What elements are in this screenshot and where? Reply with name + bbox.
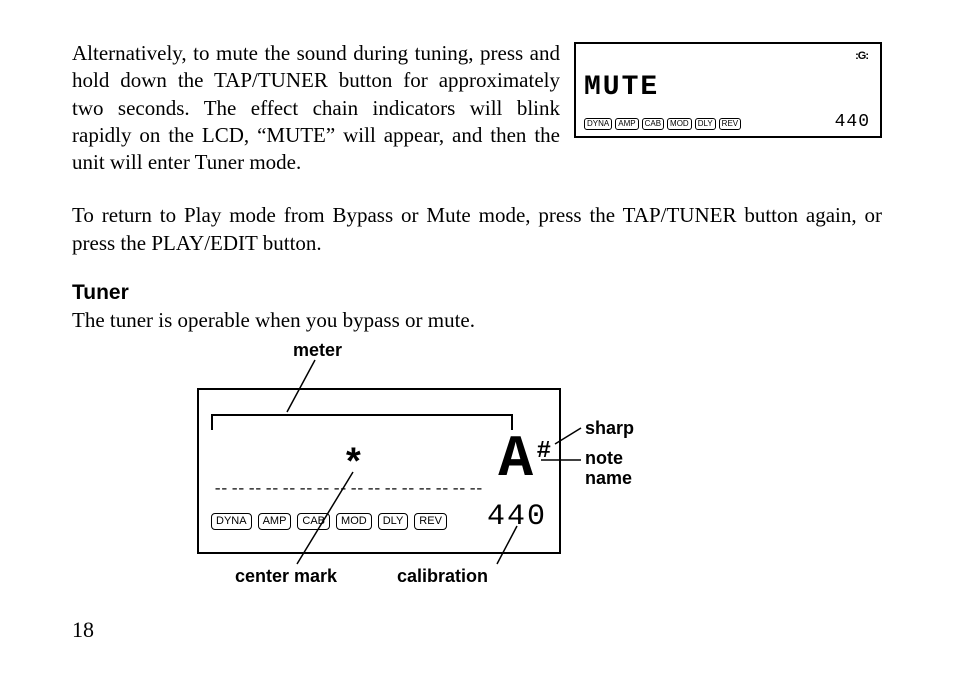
meter-seg: --: [279, 480, 296, 498]
chip-rev: REV: [414, 513, 447, 530]
mute-lcd-text: MUTE: [584, 72, 659, 103]
meter-seg: --: [245, 480, 262, 498]
mute-lcd-figure: :G: MUTE DYNA AMP CAB MOD DLY REV 440: [574, 42, 882, 138]
chip-amp-small: AMP: [615, 118, 638, 130]
top-block: Alternatively, to mute the sound during …: [72, 40, 882, 176]
meter-segments: --------------------------------: [211, 480, 511, 498]
tuner-lcd-figure: * -------------------------------- A # 4…: [197, 388, 561, 554]
chip-rev-small: REV: [719, 118, 741, 130]
meter-seg: --: [432, 480, 449, 498]
effect-chain-chips: DYNA AMP CAB MOD DLY REV: [211, 513, 447, 530]
chip-dly: DLY: [378, 513, 409, 530]
meter-seg: --: [211, 480, 228, 498]
label-note-line1: note: [585, 448, 623, 469]
meter-seg: --: [313, 480, 330, 498]
guitar-mode-icon: :G:: [855, 50, 868, 62]
chip-dly-small: DLY: [695, 118, 716, 130]
meter-seg: --: [466, 480, 483, 498]
meter-seg: --: [296, 480, 313, 498]
chip-cab: CAB: [297, 513, 330, 530]
sharp-icon: #: [537, 438, 551, 465]
meter-seg: --: [449, 480, 466, 498]
effect-chain-chips-small: DYNA AMP CAB MOD DLY REV: [584, 118, 741, 130]
meter-seg: --: [330, 480, 347, 498]
page-number: 18: [72, 617, 94, 643]
manual-page: Alternatively, to mute the sound during …: [0, 0, 954, 673]
chip-mod-small: MOD: [667, 118, 692, 130]
label-meter: meter: [293, 340, 342, 361]
paragraph-3: The tuner is operable when you bypass or…: [72, 307, 882, 334]
chip-amp: AMP: [258, 513, 292, 530]
calibration-small: 440: [835, 112, 870, 132]
label-note-line2: name: [585, 468, 632, 489]
meter-seg: --: [398, 480, 415, 498]
meter-seg: --: [347, 480, 364, 498]
tuner-diagram: meter sharp note name center mark calibr…: [197, 348, 757, 598]
meter-seg: --: [364, 480, 381, 498]
chip-dyna: DYNA: [211, 513, 252, 530]
calibration-display: 440: [487, 500, 547, 534]
note-name-display: A: [498, 432, 533, 490]
meter-seg: --: [262, 480, 279, 498]
meter-seg: --: [228, 480, 245, 498]
label-center-mark: center mark: [235, 566, 337, 587]
meter-bracket: [211, 414, 513, 430]
meter-seg: --: [381, 480, 398, 498]
chip-dyna-small: DYNA: [584, 118, 612, 130]
chip-cab-small: CAB: [642, 118, 664, 130]
label-calibration: calibration: [397, 566, 488, 587]
paragraph-2: To return to Play mode from Bypass or Mu…: [72, 202, 882, 257]
meter-seg: --: [415, 480, 432, 498]
chip-mod: MOD: [336, 513, 372, 530]
tuner-heading: Tuner: [72, 281, 882, 305]
label-sharp: sharp: [585, 418, 634, 439]
paragraph-1: Alternatively, to mute the sound during …: [72, 40, 560, 176]
